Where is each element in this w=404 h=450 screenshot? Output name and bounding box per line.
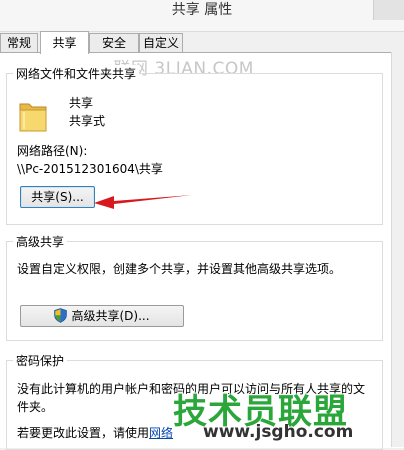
tab-security[interactable]: 安全	[89, 33, 139, 52]
folder-name: 共享	[69, 96, 94, 110]
window-title: 共享 属性	[171, 2, 233, 18]
share-button[interactable]: 共享(S)...	[20, 186, 95, 208]
password-protection-line2: 件夹。	[17, 400, 54, 414]
group-title: 高级共享	[13, 233, 68, 250]
group-title: 密码保护	[13, 352, 68, 369]
password-protection-line3: 若要更改此设置，请使用网络	[17, 424, 173, 441]
password-protection-hint: 若要更改此设置，请使用	[17, 426, 150, 440]
network-center-link[interactable]: 网络	[149, 426, 173, 440]
advanced-sharing-button[interactable]: 高级共享(D)...	[20, 305, 184, 327]
red-arrow-annotation	[94, 195, 192, 209]
advanced-sharing-button-label: 高级共享(D)...	[71, 309, 150, 323]
tab-customize[interactable]: 自定义	[139, 33, 183, 52]
advanced-sharing-description: 设置自定义权限，创建多个共享，并设置其他高级共享选项。	[17, 262, 342, 276]
share-status: 共享式	[69, 114, 106, 128]
close-button[interactable]	[373, 0, 404, 20]
advanced-sharing-group: 高级共享 设置自定义权限，创建多个共享，并设置其他高级共享选项。 高级共享(D)…	[6, 233, 383, 341]
tab-general[interactable]: 常规	[0, 33, 38, 52]
group-title: 网络文件和文件夹共享	[13, 65, 140, 82]
folder-icon	[19, 103, 47, 132]
tab-sharing[interactable]: 共享	[40, 31, 89, 54]
title-bar: 共享 属性	[0, 0, 404, 32]
uac-shield-icon	[54, 308, 68, 323]
network-path-value: \\Pc-201512301604\共享	[17, 162, 163, 176]
network-sharing-group: 网络文件和文件夹共享 共享 共享式 网络路径(N): \\Pc-20151230…	[6, 65, 383, 225]
network-path-label: 网络路径(N):	[17, 144, 88, 158]
logo-url: www.jsgho.com	[203, 422, 354, 442]
tab-strip: 常规 共享 安全 自定义	[0, 31, 404, 54]
site-logo-watermark: 技术员联盟 www.jsgho.com	[171, 384, 404, 447]
